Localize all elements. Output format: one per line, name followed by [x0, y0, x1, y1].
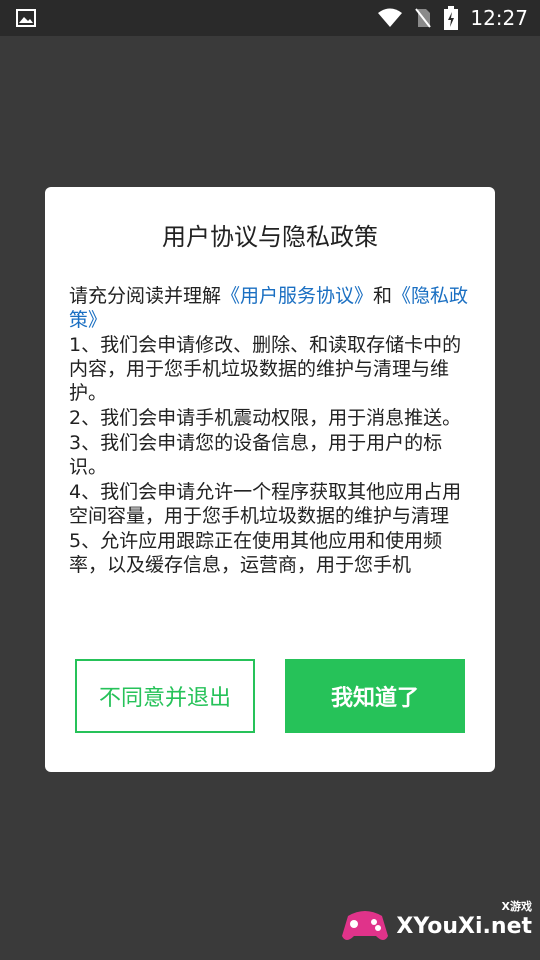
gamepad-logo-icon: [342, 911, 389, 940]
permission-item-2: 2、我们会申请手机震动权限，用于消息推送。: [69, 407, 462, 429]
watermark-tag: X游戏: [501, 899, 532, 913]
accept-button[interactable]: 我知道了: [285, 659, 465, 733]
dialog-body[interactable]: 请充分阅读并理解《用户服务协议》和《隐私政策》 1、我们会申请修改、删除、和读取…: [69, 284, 475, 626]
wifi-icon: [378, 8, 403, 27]
watermark: XYouXi.net X游戏: [340, 900, 532, 948]
status-bar: 12:27: [0, 0, 540, 36]
status-time: 12:27: [470, 6, 528, 30]
privacy-dialog: 用户协议与隐私政策 请充分阅读并理解《用户服务协议》和《隐私政策》 1、我们会申…: [45, 187, 495, 772]
watermark-brand: XYouXi.net X游戏: [396, 900, 532, 939]
permission-item-5: 5、允许应用跟踪正在使用其他应用和使用频率，以及缓存信息，运营商，用于您手机: [69, 530, 443, 576]
intro-middle: 和: [373, 285, 393, 307]
battery-charging-icon: [444, 6, 459, 30]
status-icons: 12:27: [378, 0, 528, 36]
no-sim-icon: [415, 8, 432, 28]
dialog-title: 用户协议与隐私政策: [162, 223, 378, 251]
permission-item-1: 1、我们会申请修改、删除、和读取存储卡中的内容，用于您手机垃圾数据的维护与清理与…: [69, 334, 462, 404]
permission-item-4: 4、我们会申请允许一个程序获取其他应用占用空间容量，用于您手机垃圾数据的维护与清…: [69, 481, 462, 527]
intro-paragraph: 请充分阅读并理解《用户服务协议》和《隐私政策》: [69, 284, 475, 332]
image-icon: [16, 9, 36, 27]
intro-prefix: 请充分阅读并理解: [69, 285, 222, 307]
watermark-text: XYouXi.net: [396, 913, 532, 939]
user-agreement-link[interactable]: 《用户服务协议》: [221, 285, 373, 307]
permission-item-3: 3、我们会申请您的设备信息，用于用户的标识。: [69, 432, 443, 478]
decline-exit-button[interactable]: 不同意并退出: [75, 659, 255, 733]
